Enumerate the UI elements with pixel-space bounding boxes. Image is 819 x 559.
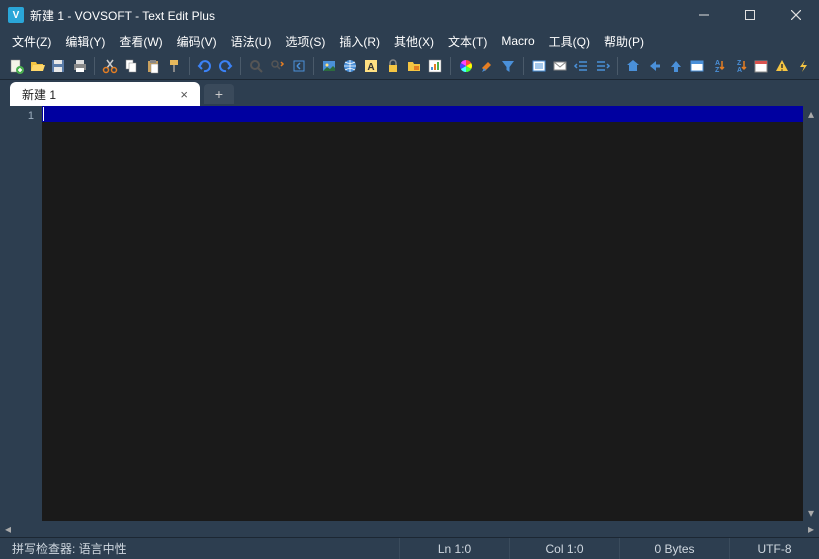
menu-tools[interactable]: 工具(Q) [543,31,596,52]
menu-insert[interactable]: 插入(R) [333,31,386,52]
scroll-track[interactable] [16,521,803,537]
svg-text:Z: Z [737,60,742,67]
tabbar: 新建 1 × + [0,80,819,106]
home-icon[interactable] [623,56,642,76]
editor-area: 1 ▴ ▾ [0,106,819,521]
statusbar: 拼写检查器: 语言中性 Ln 1:0 Col 1:0 0 Bytes UTF-8 [0,537,819,559]
folder-lock-icon[interactable] [404,56,423,76]
toolbar-separator [240,57,241,75]
minimize-button[interactable] [681,0,727,30]
scroll-left-icon[interactable]: ◂ [0,521,16,537]
toolbar-separator [189,57,190,75]
paint-icon[interactable] [477,56,496,76]
lock-icon[interactable] [383,56,402,76]
lightning-icon[interactable] [794,56,813,76]
status-col[interactable]: Col 1:0 [509,538,619,559]
text-editor[interactable] [42,106,803,521]
mail-icon[interactable] [550,56,569,76]
menu-file[interactable]: 文件(Z) [6,31,57,52]
format-brush-icon[interactable] [164,56,183,76]
tab-close-icon[interactable]: × [176,87,192,102]
status-line[interactable]: Ln 1:0 [399,538,509,559]
titlebar: V 新建 1 - VOVSOFT - Text Edit Plus [0,0,819,30]
menu-macro[interactable]: Macro [495,32,540,50]
print-icon[interactable] [70,56,89,76]
open-file-icon[interactable] [27,56,46,76]
toolbar-separator [313,57,314,75]
menu-other[interactable]: 其他(X) [388,31,440,52]
save-file-icon[interactable] [49,56,68,76]
redo-icon[interactable] [216,56,235,76]
window-title: 新建 1 - VOVSOFT - Text Edit Plus [30,7,215,24]
svg-text:A: A [368,62,375,73]
caret [43,107,44,121]
menubar: 文件(Z) 编辑(Y) 查看(W) 编码(V) 语法(U) 选项(S) 插入(R… [0,30,819,52]
menu-options[interactable]: 选项(S) [279,31,331,52]
stats-icon[interactable] [426,56,445,76]
document-tab[interactable]: 新建 1 × [10,82,200,106]
menu-help[interactable]: 帮助(P) [598,31,650,52]
copy-icon[interactable] [122,56,141,76]
app-icon: V [8,7,24,23]
web-icon[interactable] [340,56,359,76]
new-tab-button[interactable]: + [204,84,234,104]
paste-icon[interactable] [143,56,162,76]
font-icon[interactable]: A [362,56,381,76]
menu-edit[interactable]: 编辑(Y) [59,31,111,52]
undo-icon[interactable] [195,56,214,76]
replace-icon[interactable] [268,56,287,76]
line-number: 1 [0,108,34,124]
new-file-icon[interactable] [6,56,25,76]
dedent-icon[interactable] [572,56,591,76]
svg-text:A: A [737,67,742,74]
vertical-scrollbar[interactable]: ▴ ▾ [803,106,819,521]
horizontal-scrollbar[interactable]: ◂ ▸ [0,521,819,537]
toolbar-separator [94,57,95,75]
scroll-track[interactable] [803,122,819,505]
color-wheel-icon[interactable] [456,56,475,76]
tab-label: 新建 1 [22,86,56,103]
window-icon[interactable] [687,56,706,76]
menu-encoding[interactable]: 编码(V) [171,31,223,52]
close-button[interactable] [773,0,819,30]
indent-icon[interactable] [593,56,612,76]
toolbar-separator [523,57,524,75]
toolbar: A AZ ZA [0,52,819,80]
sort-za-icon[interactable]: ZA [730,56,749,76]
line-gutter: 1 [0,106,42,521]
cut-icon[interactable] [100,56,119,76]
status-encoding[interactable]: UTF-8 [729,538,819,559]
svg-text:A: A [715,60,720,67]
maximize-button[interactable] [727,0,773,30]
status-spellcheck[interactable]: 拼写检查器: 语言中性 [0,538,280,559]
image-icon[interactable] [319,56,338,76]
sort-az-icon[interactable]: AZ [709,56,728,76]
status-bytes[interactable]: 0 Bytes [619,538,729,559]
menu-text[interactable]: 文本(T) [442,31,493,52]
list-icon[interactable] [529,56,548,76]
scroll-right-icon[interactable]: ▸ [803,521,819,537]
menu-view[interactable]: 查看(W) [113,31,168,52]
toolbar-separator [450,57,451,75]
svg-text:Z: Z [715,67,720,74]
goto-icon[interactable] [289,56,308,76]
scroll-up-icon[interactable]: ▴ [803,106,819,122]
toolbar-separator [617,57,618,75]
funnel-icon[interactable] [499,56,518,76]
warning-icon[interactable] [773,56,792,76]
up-icon[interactable] [666,56,685,76]
calendar-icon[interactable] [751,56,770,76]
scroll-down-icon[interactable]: ▾ [803,505,819,521]
menu-syntax[interactable]: 语法(U) [225,31,278,52]
back-icon[interactable] [645,56,664,76]
current-line-highlight [42,106,803,122]
search-icon[interactable] [246,56,265,76]
